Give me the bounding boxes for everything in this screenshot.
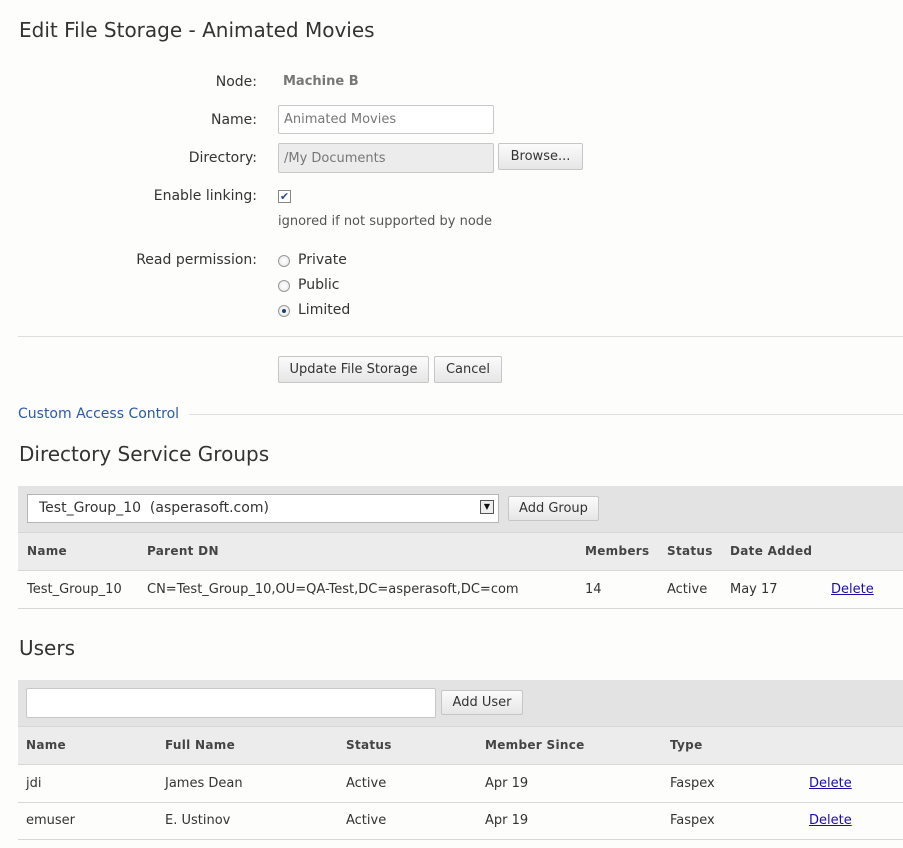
users-col-member-since: Member Since	[485, 738, 585, 752]
users-col-status: Status	[346, 738, 392, 752]
groups-col-name: Name	[27, 544, 67, 558]
groups-table-header: Name Parent DN Members Status Date Added	[18, 532, 903, 571]
group-members: 14	[585, 582, 602, 597]
user-member-since: Apr 19	[485, 776, 529, 791]
check-icon: ✔	[279, 190, 290, 203]
user-status: Active	[346, 813, 387, 828]
radio-private-label: Private	[298, 252, 347, 268]
radio-limited[interactable]	[278, 305, 290, 317]
cancel-button[interactable]: Cancel	[434, 356, 502, 383]
group-delete-link[interactable]: Delete	[831, 582, 874, 597]
user-member-since: Apr 19	[485, 813, 529, 828]
table-row: emuser E. Ustinov Active Apr 19 Faspex D…	[18, 802, 903, 840]
user-delete-link[interactable]: Delete	[809, 813, 852, 828]
user-search-input[interactable]	[26, 688, 436, 718]
node-label: Node:	[215, 74, 257, 90]
group-date-added: May 17	[730, 582, 778, 597]
linking-hint: ignored if not supported by node	[278, 214, 493, 229]
node-value: Machine B	[283, 74, 359, 89]
groups-col-members: Members	[585, 544, 650, 558]
users-col-type: Type	[670, 738, 703, 752]
update-file-storage-button[interactable]: Update File Storage	[278, 356, 429, 383]
group-select-value: Test_Group_10 (asperasoft.com)	[39, 500, 269, 516]
enable-linking-checkbox[interactable]: ✔	[278, 190, 291, 203]
group-name: Test_Group_10	[27, 582, 122, 597]
radio-public[interactable]	[278, 280, 290, 292]
chevron-down-icon[interactable]: ▼	[480, 500, 494, 514]
user-type: Faspex	[670, 776, 715, 791]
group-select[interactable]: Test_Group_10 (asperasoft.com) ▼	[27, 494, 499, 523]
user-delete-link[interactable]: Delete	[809, 776, 852, 791]
custom-access-control-link[interactable]: Custom Access Control	[18, 406, 179, 422]
groups-col-status: Status	[667, 544, 713, 558]
name-input[interactable]	[278, 105, 494, 134]
user-status: Active	[346, 776, 387, 791]
user-name: jdi	[26, 776, 42, 791]
table-row: jdi James Dean Active Apr 19 Faspex Dele…	[18, 765, 903, 803]
radio-public-label: Public	[298, 277, 340, 293]
page-title: Edit File Storage - Animated Movies	[19, 18, 375, 42]
name-label: Name:	[210, 112, 257, 128]
users-col-name: Name	[26, 738, 66, 752]
users-col-full-name: Full Name	[165, 738, 236, 752]
radio-limited-label: Limited	[298, 302, 351, 318]
groups-col-parent-dn: Parent DN	[147, 544, 219, 558]
add-group-button[interactable]: Add Group	[508, 496, 599, 521]
groups-toolbar: Test_Group_10 (asperasoft.com) ▼ Add Gro…	[18, 486, 903, 532]
radio-private[interactable]	[278, 255, 290, 267]
groups-title: Directory Service Groups	[19, 442, 270, 466]
user-type: Faspex	[670, 813, 715, 828]
form-divider	[18, 336, 903, 337]
group-parent-dn: CN=Test_Group_10,OU=QA-Test,DC=asperasof…	[147, 582, 519, 597]
users-toolbar: Add User	[18, 680, 903, 726]
permission-label: Read permission:	[136, 252, 257, 268]
add-user-button[interactable]: Add User	[441, 690, 523, 715]
user-full-name: James Dean	[165, 776, 243, 791]
access-control-divider	[189, 414, 903, 415]
users-title: Users	[19, 636, 76, 660]
directory-input[interactable]	[278, 143, 494, 173]
users-table-header: Name Full Name Status Member Since Type	[18, 726, 903, 765]
browse-button[interactable]: Browse...	[498, 143, 583, 170]
group-status: Active	[667, 582, 708, 597]
linking-label: Enable linking:	[153, 188, 257, 204]
table-row: Test_Group_10 CN=Test_Group_10,OU=QA-Tes…	[18, 571, 903, 609]
groups-col-date-added: Date Added	[730, 544, 813, 558]
user-name: emuser	[26, 813, 76, 828]
directory-label: Directory:	[188, 150, 257, 166]
user-full-name: E. Ustinov	[165, 813, 231, 828]
